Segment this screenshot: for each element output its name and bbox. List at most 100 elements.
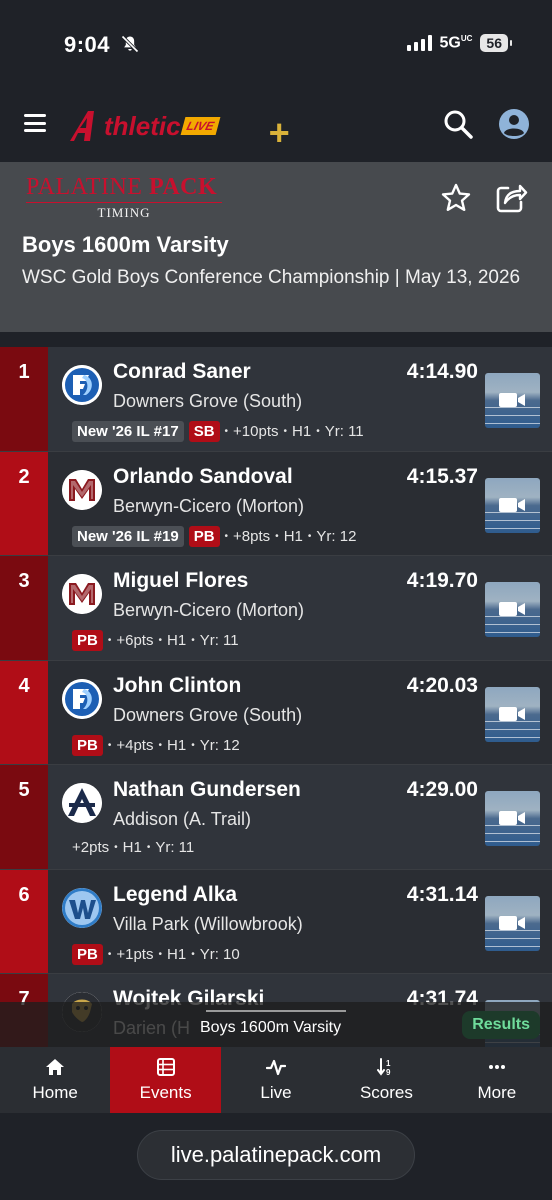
separator-dot: • xyxy=(191,739,195,751)
athletic-a-icon xyxy=(70,111,94,141)
result-meta: PB • +6pts • H1 • Yr: 11 xyxy=(72,630,239,651)
star-favorite-icon[interactable] xyxy=(440,182,472,214)
willowbrook-logo xyxy=(62,887,102,928)
video-thumbnail[interactable] xyxy=(485,686,540,742)
battery-indicator: 56 xyxy=(480,34,512,53)
team-name[interactable]: Downers Grove (South) xyxy=(113,705,302,726)
user-account-icon[interactable] xyxy=(498,108,530,140)
team-name[interactable]: Villa Park (Willowbrook) xyxy=(113,914,303,935)
results-button[interactable]: Results xyxy=(462,1011,540,1039)
place-number: 5 xyxy=(18,779,30,801)
place-number: 3 xyxy=(18,570,30,592)
logo-live-badge: LIVE xyxy=(180,117,220,135)
heat-text: H1 xyxy=(167,945,187,963)
search-icon[interactable] xyxy=(442,108,474,140)
team-name[interactable]: Berwyn-Cicero (Morton) xyxy=(113,600,304,621)
result-time: 4:15.37 xyxy=(406,464,478,488)
video-camera-icon xyxy=(499,393,525,407)
result-time: 4:29.00 xyxy=(406,778,478,801)
athlete-name[interactable]: Orlando Sandoval xyxy=(113,465,293,489)
hamburger-menu-icon[interactable] xyxy=(24,114,46,132)
pts-text: +6pts xyxy=(116,632,154,649)
result-row[interactable]: 2 Orlando Sandoval Berwyn-Cicero (Morton) 4… xyxy=(0,451,552,556)
athlete-name[interactable]: Nathan Gundersen xyxy=(113,778,301,802)
separator-dot: • xyxy=(191,635,195,646)
yr-text: Yr: 11 xyxy=(199,632,239,649)
team-name[interactable]: Berwyn-Cicero (Morton) xyxy=(113,496,304,517)
result-row[interactable]: 1 Conrad Saner Downers Grove (South) 4:14.9… xyxy=(0,347,552,452)
logo-text: thletic xyxy=(104,110,181,141)
result-row[interactable]: 6 Legend Alka Villa Park (Willowbrook) 4:31… xyxy=(0,869,552,974)
place-column: 6 xyxy=(0,869,48,973)
video-thumbnail[interactable] xyxy=(485,791,540,846)
athlete-name[interactable]: Conrad Saner xyxy=(113,360,251,384)
team-name[interactable]: Downers Grove (South) xyxy=(113,391,302,412)
drag-handle[interactable] xyxy=(206,1010,346,1012)
athlete-name[interactable]: Legend Alka xyxy=(113,883,237,907)
result-row[interactable]: 5 Nathan Gundersen Addison (A. Trail) 4:29.… xyxy=(0,765,552,870)
record-badge: PB xyxy=(72,943,103,965)
yr-text: Yr: 11 xyxy=(155,839,195,856)
heat-text: H1 xyxy=(122,839,142,856)
nav-scores[interactable]: 1 9 Scores xyxy=(331,1047,441,1113)
nav-events-label: Events xyxy=(139,1083,192,1102)
place-number: 4 xyxy=(18,674,30,697)
svg-text:1: 1 xyxy=(386,1059,391,1068)
separator-dot: • xyxy=(275,530,279,542)
pts-text: +1pts xyxy=(116,945,154,963)
heat-text: H1 xyxy=(167,632,187,649)
network-label: 5GUC xyxy=(439,34,473,52)
video-camera-icon xyxy=(499,915,525,930)
browser-bottom-bar: live.palatinepack.com xyxy=(0,1113,552,1200)
separator-dot: • xyxy=(224,426,229,437)
athlete-name[interactable]: John Clinton xyxy=(113,674,241,698)
result-row[interactable]: 3 Miguel Flores Berwyn-Cicero (Morton) 4:19… xyxy=(0,556,552,661)
heat-text: H1 xyxy=(167,736,187,754)
athlete-name[interactable]: Miguel Flores xyxy=(113,569,248,593)
video-thumbnail[interactable] xyxy=(485,582,540,637)
nav-live-label: Live xyxy=(260,1083,292,1102)
video-camera-icon xyxy=(499,497,525,512)
yr-text: Yr: 12 xyxy=(199,736,240,754)
yr-text: Yr: 11 xyxy=(324,423,364,440)
downers-grove-south-logo xyxy=(62,365,102,405)
status-time: 9:04 xyxy=(64,32,111,57)
nav-more[interactable]: More xyxy=(442,1047,552,1113)
place-column: 4 xyxy=(0,660,48,764)
bell-off-icon xyxy=(121,35,139,53)
pts-text: +2pts xyxy=(72,839,110,856)
url-bar[interactable]: live.palatinepack.com xyxy=(137,1130,415,1180)
now-viewing-bar[interactable]: Boys 1600m Varsity Results xyxy=(0,1002,552,1048)
share-icon[interactable] xyxy=(494,180,528,214)
video-camera-icon xyxy=(499,602,525,616)
separator-dot: • xyxy=(158,635,162,646)
separator-dot: • xyxy=(316,426,320,437)
nav-home-label: Home xyxy=(32,1083,78,1102)
result-meta: New '26 IL #17 SB • +10pts • H1 • Yr: 11 xyxy=(72,421,364,442)
result-row[interactable]: 4 John Clinton Downers Grove (South) 4:20.0… xyxy=(0,660,552,765)
place-column: 5 xyxy=(0,765,48,869)
more-icon xyxy=(488,1065,505,1069)
record-badge: PB xyxy=(188,525,220,547)
nav-events[interactable]: Events xyxy=(110,1047,221,1113)
video-thumbnail[interactable] xyxy=(485,477,540,533)
home-icon xyxy=(46,1059,65,1075)
place-column: 3 xyxy=(0,556,48,660)
nav-live[interactable]: Live xyxy=(221,1047,331,1113)
results-list: 1 Conrad Saner Downers Grove (South) 4:14.9… xyxy=(0,347,552,1047)
video-thumbnail[interactable] xyxy=(485,895,540,951)
separator-dot: • xyxy=(191,948,195,960)
morton-logo xyxy=(62,574,102,614)
athletic-live-logo[interactable]: thletic LIVE + xyxy=(68,104,289,153)
pts-text: +8pts xyxy=(233,527,271,545)
plus-logo-icon: + xyxy=(268,112,290,153)
video-thumbnail[interactable] xyxy=(485,373,540,428)
result-meta: PB • +1pts • H1 • Yr: 10 xyxy=(72,943,240,965)
nav-home[interactable]: Home xyxy=(0,1047,110,1113)
separator-dot: • xyxy=(114,842,118,853)
heat-text: H1 xyxy=(283,527,303,545)
separator-dot: • xyxy=(307,530,312,542)
yr-text: Yr: 12 xyxy=(316,527,357,545)
rank-badge: New '26 IL #17 xyxy=(72,421,184,442)
team-name[interactable]: Addison (A. Trail) xyxy=(113,809,251,830)
